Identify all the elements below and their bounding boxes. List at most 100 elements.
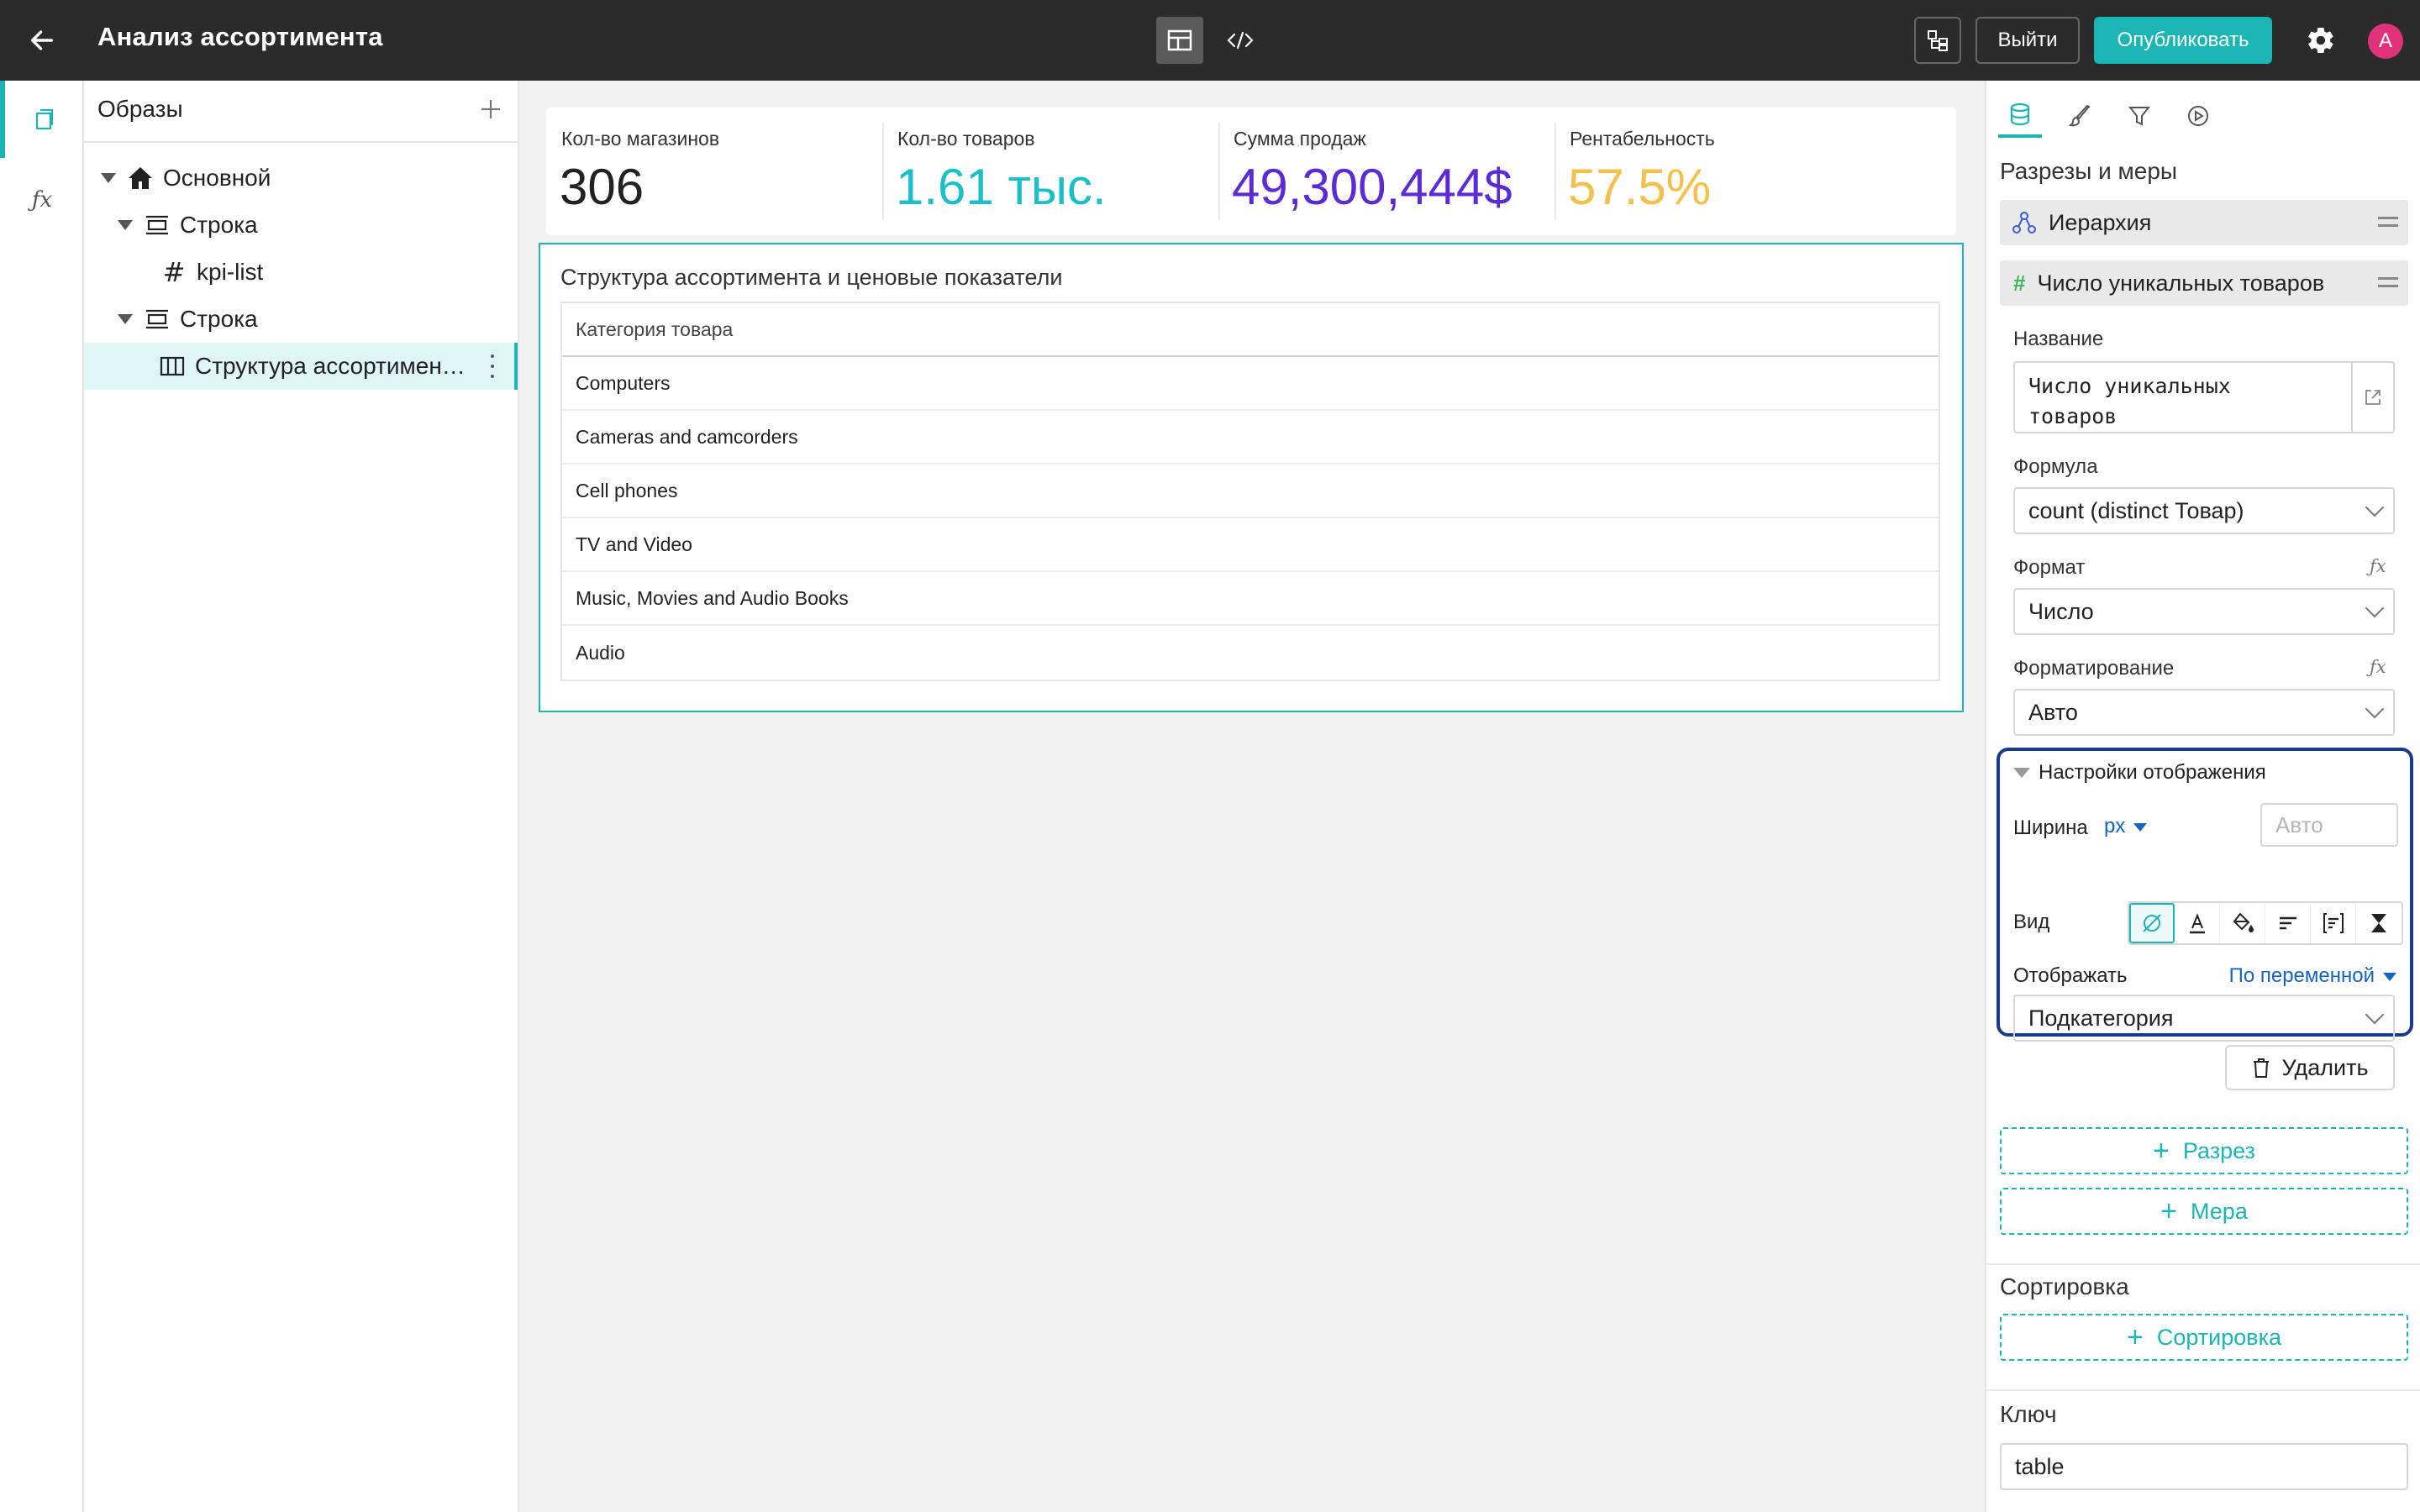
hash-icon: # bbox=[2013, 270, 2026, 296]
table-row[interactable]: Cameras and camcorders bbox=[562, 411, 1939, 465]
name-field[interactable]: Число уникальных товаров bbox=[2013, 361, 2395, 433]
tree-item-label: Основной bbox=[163, 165, 271, 191]
add-node-button[interactable] bbox=[474, 92, 508, 126]
rail-formulas-button[interactable]: ƒx bbox=[0, 161, 84, 239]
column-header[interactable]: Категория товара bbox=[562, 303, 1939, 357]
width-label: Ширина bbox=[2013, 816, 2088, 839]
caret-down-icon bbox=[2133, 822, 2148, 832]
bars-icon bbox=[2279, 916, 2296, 930]
name-value-line: Число уникальных bbox=[2028, 374, 2231, 398]
divider bbox=[1986, 1263, 2420, 1265]
gear-icon[interactable] bbox=[2301, 20, 2341, 60]
view-fill-color-button[interactable] bbox=[2220, 903, 2265, 943]
display-settings-toggle[interactable]: Настройки отображения bbox=[2013, 761, 2266, 785]
caret-down-icon[interactable] bbox=[101, 173, 116, 183]
row-icon bbox=[143, 211, 171, 239]
table-row[interactable]: Computers bbox=[562, 357, 1939, 411]
plus-icon: + bbox=[2160, 1195, 2177, 1227]
caret-down-icon[interactable] bbox=[118, 220, 133, 230]
show-mode: По переменной bbox=[2228, 964, 2375, 987]
table-row[interactable]: Audio bbox=[562, 626, 1939, 680]
tab-data[interactable] bbox=[1998, 94, 2042, 138]
back-arrow-icon[interactable] bbox=[22, 20, 62, 60]
format-select[interactable]: Число bbox=[2013, 588, 2395, 635]
add-sort-button[interactable]: + Сортировка bbox=[2000, 1314, 2408, 1361]
tree-item-table[interactable]: Структура ассортимен… bbox=[84, 343, 518, 390]
kpi-value: 57.5% bbox=[1568, 159, 1712, 215]
add-measure-button[interactable]: + Мера bbox=[2000, 1188, 2408, 1235]
play-circle-icon bbox=[2188, 106, 2208, 126]
show-mode-select[interactable]: По переменной bbox=[2229, 964, 2396, 988]
formula-label: Формула bbox=[2013, 455, 2098, 478]
code-mode-button[interactable] bbox=[1217, 17, 1264, 64]
caret-down-icon bbox=[2383, 972, 2396, 981]
section-title: Разрезы и меры bbox=[2000, 158, 2178, 184]
sort-title: Сортировка bbox=[2000, 1273, 2129, 1299]
exit-button[interactable]: Выйти bbox=[1975, 17, 2080, 64]
view-toolbar bbox=[2128, 901, 2403, 945]
structure-view-button[interactable] bbox=[1914, 17, 1961, 64]
show-variable-select[interactable]: Подкатегория bbox=[2013, 995, 2395, 1042]
tab-filter[interactable] bbox=[2118, 94, 2161, 138]
paint-bucket-icon bbox=[2233, 912, 2254, 932]
layout-mode-button[interactable] bbox=[1156, 17, 1203, 64]
avatar[interactable]: A bbox=[2368, 24, 2403, 59]
plus-icon: + bbox=[2126, 1321, 2144, 1353]
hourglass-icon bbox=[2371, 914, 2386, 932]
name-label: Название bbox=[2013, 328, 2104, 350]
drag-handle-icon[interactable] bbox=[2378, 217, 2398, 227]
kpi-value: 1.61 тыс. bbox=[896, 159, 1107, 215]
table-row[interactable]: Cell phones bbox=[562, 465, 1939, 518]
tab-style[interactable] bbox=[2059, 94, 2102, 138]
view-text-color-button[interactable] bbox=[2175, 903, 2220, 943]
add-measure-label: Мера bbox=[2191, 1198, 2248, 1224]
row-icon bbox=[143, 305, 171, 333]
delete-button[interactable]: Удалить bbox=[2225, 1045, 2395, 1090]
kpi-label: Сумма продаж bbox=[1234, 128, 1366, 150]
assortment-table-card[interactable]: Структура ассортимента и ценовые показат… bbox=[539, 243, 1964, 712]
measure-chip[interactable]: # Число уникальных товаров bbox=[2000, 260, 2408, 306]
view-bar-button[interactable] bbox=[2265, 903, 2311, 943]
width-unit-select[interactable]: px bbox=[2104, 815, 2148, 838]
filter-icon bbox=[2128, 107, 2151, 126]
drag-handle-icon[interactable] bbox=[2378, 277, 2398, 287]
hierarchy-icon bbox=[2012, 212, 2036, 234]
kpi-sales: Сумма продаж 49,300,444$ bbox=[1218, 108, 1555, 235]
width-input[interactable]: Авто bbox=[2260, 803, 2398, 847]
kpi-list[interactable]: Кол-во магазинов 306 Кол-во товаров 1.61… bbox=[546, 108, 1956, 235]
caret-down-icon[interactable] bbox=[118, 314, 133, 324]
key-input[interactable]: table bbox=[2000, 1443, 2408, 1490]
more-vertical-icon[interactable] bbox=[489, 354, 496, 378]
rail-pages-button[interactable] bbox=[0, 81, 84, 158]
home-icon bbox=[126, 164, 155, 192]
hierarchy-label: Иерархия bbox=[2049, 209, 2152, 235]
data-table: Категория товара Computers Cameras and c… bbox=[560, 302, 1940, 681]
panel-tabs bbox=[1986, 81, 2420, 144]
chevron-down-icon bbox=[2365, 497, 2385, 517]
kpi-label: Кол-во магазинов bbox=[561, 128, 720, 150]
plus-icon: + bbox=[2153, 1135, 2170, 1167]
properties-panel: Разрезы и меры Иерархия # Число уникальн… bbox=[1985, 81, 2420, 1512]
external-edit-icon bbox=[2365, 390, 2381, 405]
formatting-select[interactable]: Авто bbox=[2013, 689, 2395, 736]
formula-select[interactable]: count (distinct Товар) bbox=[2013, 487, 2395, 534]
fx-icon[interactable]: ƒx bbox=[2370, 657, 2386, 677]
tree-item-row-2[interactable]: Строка bbox=[84, 296, 518, 343]
view-sparkline-button[interactable] bbox=[2356, 903, 2402, 943]
open-editor-button[interactable] bbox=[2351, 363, 2393, 432]
publish-button[interactable]: Опубликовать bbox=[2094, 17, 2272, 64]
table-row[interactable]: TV and Video bbox=[562, 518, 1939, 572]
fx-icon[interactable]: ƒx bbox=[2370, 556, 2386, 576]
tree-item-main[interactable]: Основной bbox=[84, 155, 518, 202]
tree-item-row-1[interactable]: Строка bbox=[84, 202, 518, 249]
tab-actions[interactable] bbox=[2176, 94, 2220, 138]
tree-item-kpi-list[interactable]: # kpi-list bbox=[84, 249, 518, 296]
key-value: table bbox=[2015, 1453, 2065, 1479]
add-slice-button[interactable]: + Разрез bbox=[2000, 1127, 2408, 1174]
table-row[interactable]: Music, Movies and Audio Books bbox=[562, 572, 1939, 626]
tree-item-label: Структура ассортимен… bbox=[195, 353, 466, 379]
hierarchy-chip[interactable]: Иерархия bbox=[2000, 200, 2408, 245]
view-bars-in-cell-button[interactable] bbox=[2311, 903, 2356, 943]
brush-icon bbox=[2069, 104, 2091, 127]
view-none-button[interactable] bbox=[2129, 903, 2175, 943]
